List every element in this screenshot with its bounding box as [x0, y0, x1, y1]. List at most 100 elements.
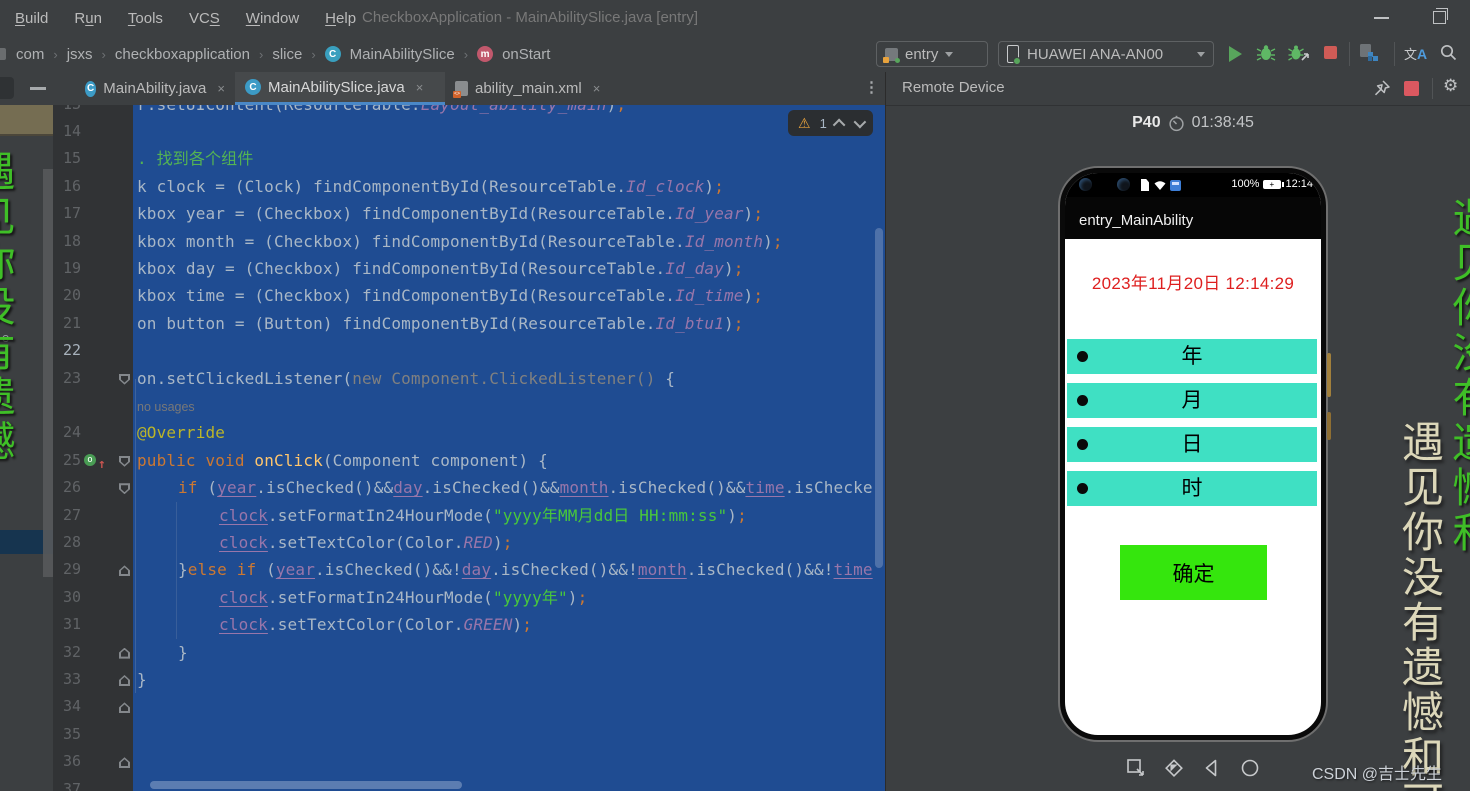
- translate-icon[interactable]: 文A: [1404, 44, 1427, 63]
- checkbox-row[interactable]: 月: [1067, 383, 1317, 418]
- fold-marker-icon[interactable]: [119, 456, 130, 467]
- fold-marker-icon[interactable]: [119, 675, 130, 686]
- stop-session-button[interactable]: [1404, 81, 1419, 96]
- override-gutter-icon[interactable]: o ↑: [84, 453, 110, 472]
- breadcrumb-method[interactable]: onStart: [502, 46, 550, 63]
- fold-marker-icon[interactable]: [119, 374, 130, 385]
- breadcrumb-slice[interactable]: slice: [272, 46, 302, 63]
- code-inlay-row: no usages: [53, 392, 885, 419]
- menu-bar: Build Run Tools VCS Window Help: [0, 10, 356, 27]
- minimize-button[interactable]: [1374, 17, 1389, 19]
- code-text: clock.setTextColor(Color.RED);: [219, 533, 513, 552]
- gear-icon[interactable]: ⚙: [1443, 76, 1458, 96]
- line-number: 20: [62, 286, 81, 305]
- breadcrumb-class[interactable]: MainAbilitySlice: [350, 46, 455, 63]
- menu-item[interactable]: VCS: [189, 10, 220, 27]
- clipped-icon: [0, 48, 6, 60]
- module-icon: [883, 47, 900, 63]
- fold-marker-icon[interactable]: [119, 648, 130, 659]
- collapse-icon[interactable]: [30, 87, 46, 90]
- line-number: 33: [62, 670, 81, 688]
- code-line: 15 . 找到各个组件: [53, 145, 885, 172]
- rotate-icon[interactable]: [1162, 756, 1186, 780]
- panel-scroll-thumb[interactable]: [0, 105, 53, 136]
- device-status-line: P40 01:38:45: [1058, 114, 1328, 132]
- fold-marker-icon[interactable]: [119, 483, 130, 494]
- tab-label: ability_main.xml: [475, 80, 582, 97]
- debug-button[interactable]: [1256, 44, 1276, 62]
- chevron-down-icon: [945, 51, 954, 57]
- home-icon[interactable]: [1238, 756, 1262, 780]
- search-everywhere-icon[interactable]: [1440, 44, 1457, 61]
- pin-icon[interactable]: [1373, 80, 1390, 97]
- restore-button[interactable]: [1433, 8, 1448, 24]
- phone-screen[interactable]: 100% + 12:14 entry_MainAbility 2023年11月2…: [1065, 173, 1321, 735]
- menu-item[interactable]: Window: [246, 10, 299, 27]
- fold-marker-icon[interactable]: [119, 757, 130, 768]
- code-text: clock.setFormatIn24HourMode("yyyy年");: [219, 587, 588, 607]
- tab-mainability-java[interactable]: C MainAbility.java ×: [75, 72, 235, 105]
- code-line: 31 clock.setTextColor(Color.GREEN);: [53, 611, 885, 638]
- menu-item[interactable]: Tools: [128, 10, 163, 27]
- chevron-sep-icon: ›: [258, 46, 264, 62]
- device-selector[interactable]: HUAWEI ANA-AN00: [998, 41, 1214, 67]
- status-bar: 100% + 12:14: [1065, 173, 1321, 197]
- panel-scrollbar[interactable]: [43, 169, 53, 577]
- line-number: 31: [62, 615, 81, 634]
- close-icon[interactable]: ×: [416, 80, 424, 95]
- checkbox-row[interactable]: 年: [1067, 339, 1317, 374]
- menu-item[interactable]: Run: [74, 10, 102, 27]
- stop-button[interactable]: [1324, 46, 1337, 59]
- device-label: HUAWEI ANA-AN00: [1027, 45, 1164, 63]
- fold-marker-icon[interactable]: [119, 702, 130, 713]
- editor-horizontal-scrollbar[interactable]: [150, 781, 462, 789]
- line-number: 35: [62, 724, 81, 743]
- attach-debugger-button[interactable]: [1288, 44, 1310, 62]
- menu-item[interactable]: Help: [325, 10, 356, 27]
- line-number: 24: [62, 423, 81, 442]
- checkbox-row[interactable]: 时: [1067, 471, 1317, 506]
- code-text: clock.setFormatIn24HourMode("yyyy年MM月dd日…: [219, 505, 747, 525]
- run-button[interactable]: [1229, 46, 1242, 62]
- code-text: kbox year = (Checkbox) findComponentById…: [137, 204, 764, 224]
- menu-item[interactable]: Build: [15, 10, 48, 27]
- code-editor[interactable]: 13 r.setUIContent(ResourceTable.Layout_ab…: [53, 105, 885, 791]
- fold-marker-icon[interactable]: [119, 565, 130, 576]
- checkbox-row[interactable]: 日: [1067, 427, 1317, 462]
- profiler-button[interactable]: [1360, 44, 1378, 61]
- inspection-widget[interactable]: ⚠ 1: [788, 110, 873, 136]
- editor-vertical-scrollbar[interactable]: [875, 228, 883, 568]
- code-text: }: [137, 670, 147, 689]
- tab-options-icon[interactable]: ⋮: [864, 78, 879, 96]
- code-line: 25 o ↑ public void onClick(Component compon…: [53, 447, 885, 474]
- line-number: 27: [62, 505, 81, 524]
- breadcrumb-app[interactable]: checkboxapplication: [115, 46, 250, 63]
- line-number: 37: [62, 779, 81, 791]
- tab-mainabilityslice-java[interactable]: C MainAbilitySlice.java ×: [235, 72, 445, 105]
- tab-ability-main-xml[interactable]: <> ability_main.xml ×: [445, 72, 625, 105]
- hdc-icon: [1170, 180, 1181, 191]
- code-line: 19 kbox day = (Checkbox) findComponentByI…: [53, 255, 885, 282]
- breadcrumb-com[interactable]: com: [16, 46, 44, 63]
- screenshot-icon[interactable]: [1124, 756, 1148, 780]
- line-number: 17: [62, 204, 81, 223]
- code-line: 17 kbox year = (Checkbox) findComponentBy…: [53, 200, 885, 227]
- close-icon[interactable]: ×: [217, 81, 225, 96]
- prev-warning-icon[interactable]: [832, 118, 846, 131]
- run-config-selector[interactable]: entry: [876, 41, 988, 67]
- code-text: public void onClick(Component component)…: [137, 450, 548, 470]
- camera-icon: [1117, 178, 1130, 191]
- code-text: on.setClickedListener(new Component.Clic…: [137, 368, 676, 388]
- breadcrumb-jsxs[interactable]: jsxs: [67, 46, 93, 63]
- code-text: r.setUIContent(ResourceTable.Layout_abil…: [137, 105, 626, 118]
- back-icon[interactable]: [1200, 756, 1224, 780]
- chevron-sep-icon: ›: [101, 46, 106, 62]
- line-number: 29: [62, 560, 81, 579]
- code-text: }else if (year.isChecked()&&!day.isCheck…: [178, 560, 873, 580]
- confirm-button[interactable]: 确定: [1120, 545, 1267, 600]
- next-warning-icon[interactable]: [853, 115, 867, 128]
- chevron-down-icon: [1197, 51, 1205, 57]
- close-icon[interactable]: ×: [593, 81, 601, 96]
- line-number: 16: [62, 176, 81, 195]
- code-text: }: [178, 642, 188, 662]
